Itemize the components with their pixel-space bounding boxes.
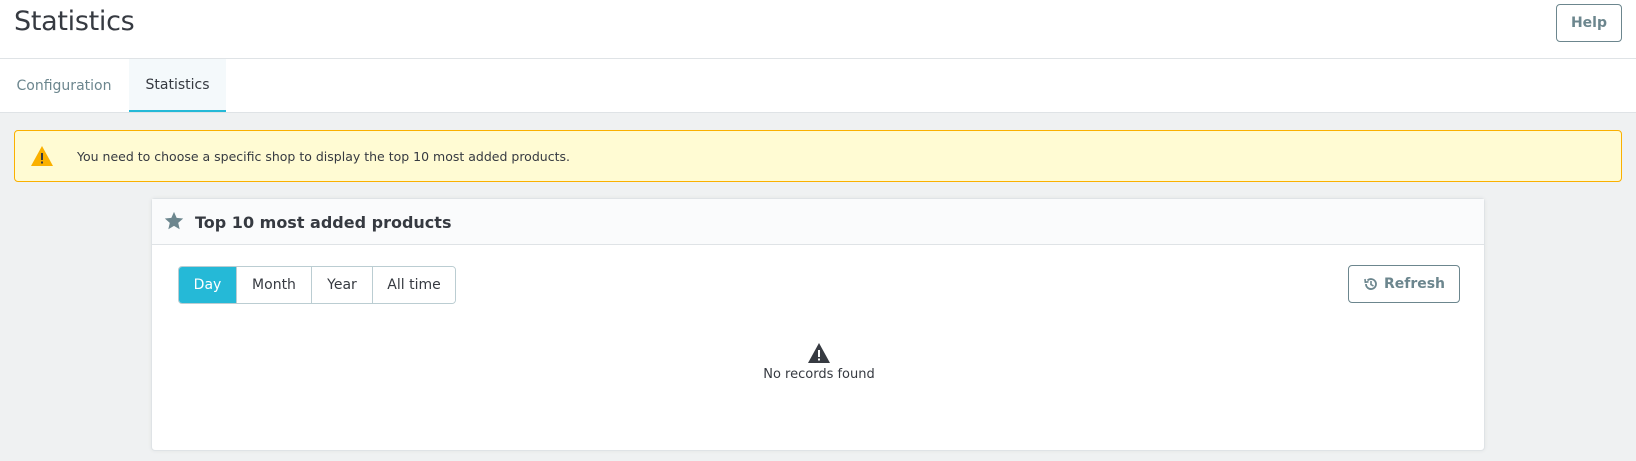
help-button[interactable]: Help <box>1556 4 1622 42</box>
top-products-card: Top 10 most added products Day Month Yea… <box>151 198 1485 451</box>
page-header: Statistics Help Configuration Statistics <box>0 0 1636 113</box>
refresh-label: Refresh <box>1383 276 1446 292</box>
tabs-divider <box>0 112 1636 113</box>
period-button-group: Day Month Year All time <box>178 266 456 304</box>
header-divider <box>0 58 1636 59</box>
period-all-time-button[interactable]: All time <box>373 267 455 303</box>
history-icon <box>1364 278 1377 290</box>
warning-alert: You need to choose a specific shop to di… <box>14 130 1622 182</box>
tab-statistics[interactable]: Statistics <box>129 59 226 113</box>
alert-message: You need to choose a specific shop to di… <box>77 148 570 164</box>
page-title: Statistics <box>14 6 135 37</box>
refresh-button[interactable]: Refresh <box>1348 265 1460 303</box>
warning-icon <box>808 343 830 363</box>
warning-icon <box>31 146 53 166</box>
period-day-button[interactable]: Day <box>179 267 237 303</box>
card-header: Top 10 most added products <box>152 199 1484 245</box>
empty-state-message: No records found <box>763 367 875 382</box>
period-year-button[interactable]: Year <box>312 267 373 303</box>
period-month-button[interactable]: Month <box>237 267 312 303</box>
star-icon <box>164 211 184 230</box>
card-title: Top 10 most added products <box>195 212 452 232</box>
tab-configuration[interactable]: Configuration <box>0 59 128 113</box>
